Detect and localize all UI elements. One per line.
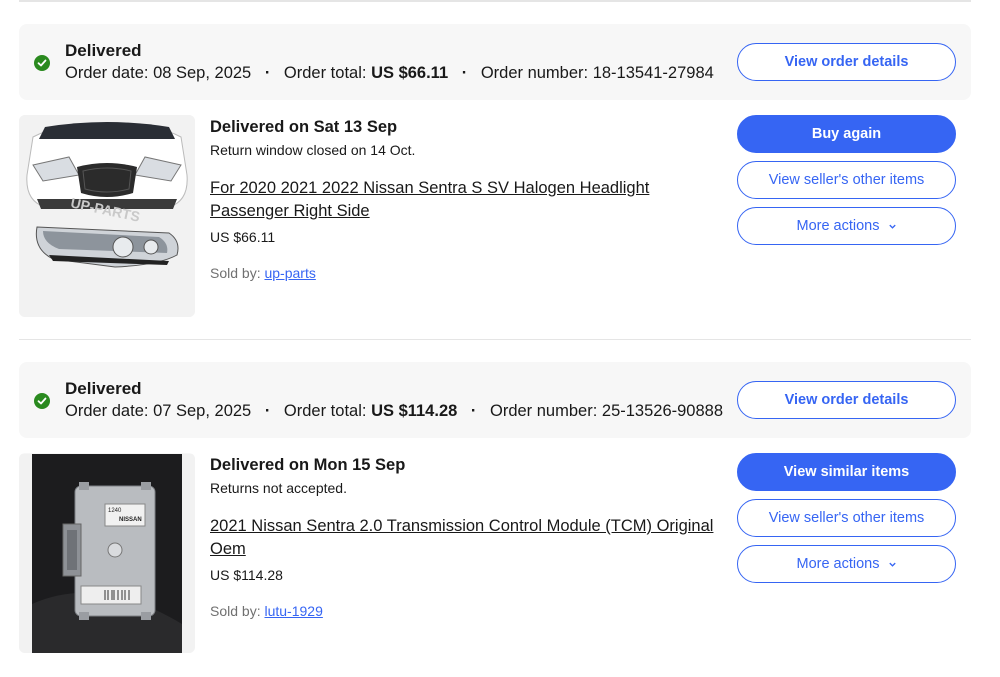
order-number-label: Order number:: [490, 402, 598, 420]
more-actions-label: More actions: [796, 556, 880, 572]
order-divider: [19, 339, 971, 340]
order-item: UP-PARTS Delivered on Sat 13 Sep Return …: [19, 115, 971, 317]
item-title-link[interactable]: 2021 Nissan Sentra 2.0 Transmission Cont…: [210, 515, 730, 561]
view-order-details-button[interactable]: View order details: [737, 43, 956, 81]
order-number: 25-13526-90888: [601, 402, 723, 420]
order-meta: Order date: 07 Sep, 2025 · Order total: …: [65, 402, 723, 421]
return-note: Returns not accepted.: [210, 480, 347, 496]
buy-again-button[interactable]: Buy again: [737, 115, 956, 153]
order-total: US $114.28: [371, 402, 458, 420]
view-similar-items-button[interactable]: View similar items: [737, 453, 956, 491]
view-order-details-button[interactable]: View order details: [737, 381, 956, 419]
item-price: US $114.28: [210, 567, 283, 583]
sold-by: Sold by: up-parts: [210, 265, 316, 281]
item-image-headlight[interactable]: UP-PARTS: [19, 115, 195, 317]
order-number-label: Order number:: [480, 64, 589, 82]
order-header: Delivered Order date: 07 Sep, 2025 · Ord…: [19, 362, 971, 438]
order-total: US $66.11: [371, 64, 449, 82]
checkmark-icon: [34, 393, 50, 409]
order-card: Delivered Order date: 07 Sep, 2025 · Ord…: [19, 362, 971, 653]
order-status: Delivered: [65, 41, 142, 60]
separator-dot: ·: [264, 402, 271, 420]
view-seller-items-button[interactable]: View seller's other items: [737, 499, 956, 537]
view-seller-items-button[interactable]: View seller's other items: [737, 161, 956, 199]
order-header: Delivered Order date: 08 Sep, 2025 · Ord…: [19, 24, 971, 100]
separator-dot: ·: [264, 64, 271, 82]
order-item: 1240 NISSAN Delivered on Mon 15 Sep Retu…: [19, 453, 971, 653]
more-actions-button[interactable]: More actions: [737, 545, 956, 583]
order-total-label: Order total:: [283, 402, 367, 420]
order-date-label: Order date:: [65, 402, 149, 420]
order-date-label: Order date:: [65, 64, 149, 82]
label-code-text: 1240: [108, 508, 122, 514]
seller-link[interactable]: up-parts: [264, 265, 315, 281]
order-date: 07 Sep, 2025: [153, 402, 252, 420]
delivery-status: Delivered on Mon 15 Sep: [210, 456, 406, 474]
order-card: Delivered Order date: 08 Sep, 2025 · Ord…: [19, 24, 971, 317]
sold-by-label: Sold by:: [210, 603, 261, 619]
separator-dot: ·: [461, 64, 468, 82]
chevron-down-icon: [888, 224, 896, 229]
seller-link[interactable]: lutu-1929: [264, 603, 322, 619]
more-actions-label: More actions: [796, 218, 880, 234]
checkmark-icon: [34, 55, 50, 71]
sold-by: Sold by: lutu-1929: [210, 603, 323, 619]
return-note: Return window closed on 14 Oct.: [210, 142, 416, 158]
order-status: Delivered: [65, 379, 142, 398]
order-date: 08 Sep, 2025: [153, 64, 252, 82]
sold-by-label: Sold by:: [210, 265, 261, 281]
item-image-tcm[interactable]: 1240 NISSAN: [19, 453, 195, 653]
delivery-status: Delivered on Sat 13 Sep: [210, 118, 398, 136]
order-meta: Order date: 08 Sep, 2025 · Order total: …: [65, 64, 714, 83]
top-divider: [19, 0, 971, 2]
order-number: 18-13541-27984: [592, 64, 714, 82]
item-title-link[interactable]: For 2020 2021 2022 Nissan Sentra S SV Ha…: [210, 177, 730, 223]
chevron-down-icon: [888, 562, 896, 567]
order-total-label: Order total:: [283, 64, 367, 82]
more-actions-button[interactable]: More actions: [737, 207, 956, 245]
label-brand-text: NISSAN: [119, 517, 142, 523]
item-price: US $66.11: [210, 229, 276, 245]
separator-dot: ·: [470, 402, 477, 420]
